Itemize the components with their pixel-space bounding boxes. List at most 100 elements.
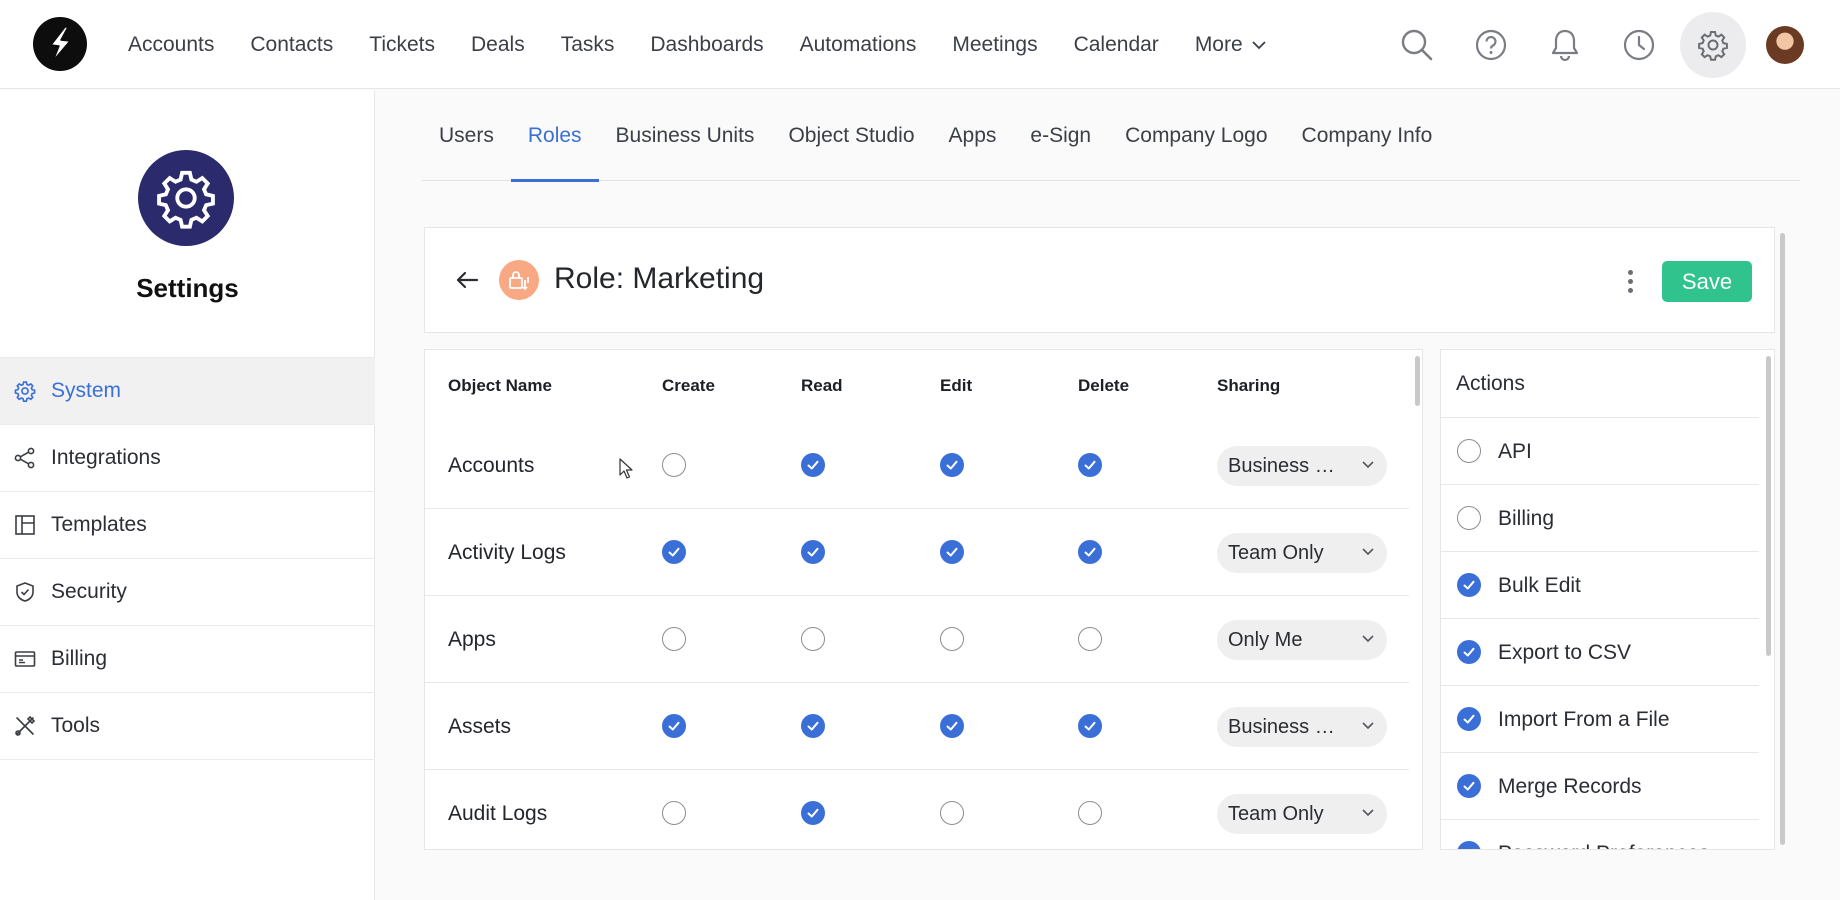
read-checkbox[interactable] (801, 801, 825, 825)
search-button[interactable] (1384, 12, 1450, 78)
share-icon (13, 446, 37, 470)
edit-checkbox[interactable] (940, 627, 964, 651)
delete-checkbox[interactable] (1078, 801, 1102, 825)
tab-company-info[interactable]: Company Info (1285, 90, 1450, 181)
action-checkbox[interactable] (1457, 707, 1481, 731)
check-icon (1463, 781, 1475, 791)
sidebar-item-integrations[interactable]: Integrations (0, 425, 375, 492)
action-checkbox[interactable] (1457, 640, 1481, 664)
action-checkbox[interactable] (1457, 774, 1481, 798)
tab-company-logo[interactable]: Company Logo (1108, 90, 1284, 181)
action-checkbox[interactable] (1457, 841, 1481, 849)
tab-business-units[interactable]: Business Units (599, 90, 772, 181)
sidebar-item-label: Security (51, 580, 127, 603)
delete-checkbox[interactable] (1078, 627, 1102, 651)
user-avatar[interactable] (1766, 25, 1804, 64)
delete-checkbox[interactable] (1078, 714, 1102, 738)
help-button[interactable] (1458, 12, 1524, 78)
create-checkbox[interactable] (662, 540, 686, 564)
action-item-password-preferences[interactable]: Password Preferences (1441, 820, 1759, 849)
sidebar-item-templates[interactable]: Templates (0, 492, 375, 559)
edit-checkbox[interactable] (940, 540, 964, 564)
sidebar-item-security[interactable]: Security (0, 559, 375, 626)
card-icon (13, 647, 37, 671)
read-checkbox[interactable] (801, 540, 825, 564)
lock-swap-icon (509, 271, 529, 291)
sidebar-item-tools[interactable]: Tools (0, 693, 375, 760)
sharing-select[interactable]: Business Unit (1217, 707, 1387, 747)
chevron-down-icon (1362, 809, 1374, 817)
action-label: Billing (1498, 506, 1555, 530)
notifications-button[interactable] (1532, 12, 1598, 78)
nav-link-deals[interactable]: Deals (453, 0, 543, 89)
read-checkbox[interactable] (801, 714, 825, 738)
recent-button[interactable] (1606, 12, 1672, 78)
action-item-bulk-edit[interactable]: Bulk Edit (1441, 552, 1759, 619)
action-label: Import From a File (1498, 707, 1670, 731)
table-scrollbar[interactable] (1415, 356, 1420, 406)
create-checkbox[interactable] (662, 714, 686, 738)
save-button[interactable]: Save (1662, 261, 1752, 302)
tab-e-sign[interactable]: e-Sign (1013, 90, 1108, 181)
tab-apps[interactable]: Apps (932, 90, 1014, 181)
nav-more-menu[interactable]: More (1177, 0, 1285, 89)
actions-scrollbar[interactable] (1766, 356, 1771, 656)
action-item-import-from-a-file[interactable]: Import From a File (1441, 686, 1759, 753)
sidebar-item-system[interactable]: System (0, 358, 375, 425)
delete-checkbox[interactable] (1078, 540, 1102, 564)
action-item-export-to-csv[interactable]: Export to CSV (1441, 619, 1759, 686)
sharing-select[interactable]: Only Me (1217, 620, 1387, 660)
page-scrollbar[interactable] (1780, 233, 1785, 845)
nav-link-accounts[interactable]: Accounts (110, 0, 232, 89)
sidebar-item-billing[interactable]: Billing (0, 626, 375, 693)
object-name: Assets (448, 714, 512, 738)
app-logo[interactable] (33, 17, 87, 71)
sharing-value: Business Unit (1228, 715, 1346, 738)
settings-title: Settings (136, 273, 239, 303)
tab-object-studio[interactable]: Object Studio (771, 90, 931, 181)
edit-checkbox[interactable] (940, 714, 964, 738)
nav-link-meetings[interactable]: Meetings (934, 0, 1055, 89)
action-label: API (1498, 439, 1532, 463)
read-checkbox[interactable] (801, 453, 825, 477)
nav-link-tickets[interactable]: Tickets (351, 0, 453, 89)
edit-checkbox[interactable] (940, 453, 964, 477)
nav-link-automations[interactable]: Automations (782, 0, 935, 89)
read-checkbox[interactable] (801, 627, 825, 651)
back-button[interactable] (451, 264, 483, 296)
action-item-api[interactable]: API (1441, 418, 1759, 485)
clock-icon (1623, 29, 1655, 60)
nav-link-calendar[interactable]: Calendar (1056, 0, 1177, 89)
search-icon (1401, 29, 1433, 60)
table-row: Assets Business Unit (425, 683, 1409, 770)
create-checkbox[interactable] (662, 801, 686, 825)
action-checkbox[interactable] (1457, 506, 1481, 530)
table-row: Apps Only Me (425, 596, 1409, 683)
sharing-select[interactable]: Team Only (1217, 533, 1387, 573)
action-checkbox[interactable] (1457, 573, 1481, 597)
sidebar-list: System Integrations Templates Security B… (0, 357, 375, 760)
action-item-merge-records[interactable]: Merge Records (1441, 753, 1759, 820)
chevron-down-icon (1362, 548, 1374, 556)
header-read: Read (801, 376, 843, 395)
tools-icon (13, 714, 37, 738)
more-options-button[interactable] (1615, 264, 1645, 298)
create-checkbox[interactable] (662, 453, 686, 477)
action-item-billing[interactable]: Billing (1441, 485, 1759, 552)
action-checkbox[interactable] (1457, 439, 1481, 463)
sharing-select[interactable]: Team Only (1217, 794, 1387, 834)
nav-link-contacts[interactable]: Contacts (232, 0, 351, 89)
nav-link-tasks[interactable]: Tasks (543, 0, 633, 89)
edit-checkbox[interactable] (940, 801, 964, 825)
sharing-select[interactable]: Business Unit (1217, 446, 1387, 486)
check-icon (807, 460, 819, 470)
nav-icons (1376, 0, 1840, 89)
tab-roles[interactable]: Roles (510, 90, 599, 182)
check-icon (1084, 721, 1096, 731)
arrow-left-icon (456, 271, 479, 289)
nav-link-dashboards[interactable]: Dashboards (632, 0, 781, 89)
delete-checkbox[interactable] (1078, 453, 1102, 477)
tab-users[interactable]: Users (422, 90, 511, 181)
settings-button[interactable] (1680, 11, 1746, 78)
create-checkbox[interactable] (662, 627, 686, 651)
